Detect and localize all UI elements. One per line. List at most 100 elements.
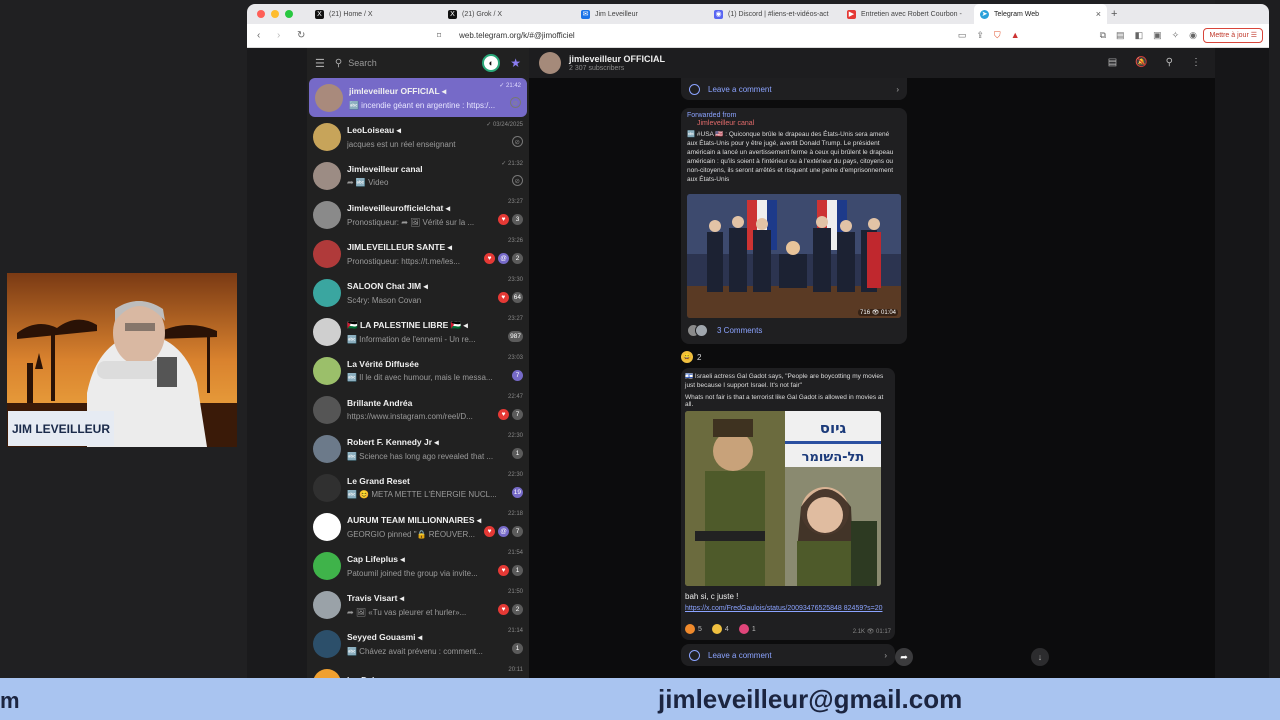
chat-time: 21:14 — [507, 628, 523, 634]
reaction-chip[interactable]: 😄 2 — [681, 350, 701, 364]
cast-icon[interactable]: ▭ — [958, 30, 967, 41]
maximize-window-button[interactable] — [285, 10, 293, 18]
url-field[interactable]: ⌑ web.telegram.org/k/#@jimofficiel — [437, 31, 575, 40]
chat-list-item[interactable]: AURUM TEAM MILLIONNAIRES ◂ GEORGIO pinned… — [307, 507, 529, 546]
forward-share-icon[interactable]: ➦ — [895, 648, 913, 666]
tab-label: Jim Leveilleur — [595, 10, 638, 18]
extensions-icon[interactable]: ⧉ — [1100, 30, 1106, 41]
reaction-badge: ♥ — [498, 409, 509, 420]
chat-list-item[interactable]: jimleveilleur OFFICIAL ◂ 🔤 incendie géant… — [309, 78, 527, 117]
unread-count-badge: 2 — [512, 253, 523, 264]
chat-text: Jimleveilleur canal ➦ 🔤 Video — [347, 164, 523, 187]
update-button[interactable]: Mettre à jour ☰ — [1203, 28, 1263, 43]
laugh-emoji-icon: 😄 — [681, 351, 693, 363]
chat-list-item[interactable]: LeoLoiseau ◂ jacques est un réel enseigna… — [307, 117, 529, 156]
search-input[interactable]: ⚲ Search — [335, 58, 472, 69]
sign-top-text: גיוס — [820, 419, 847, 437]
chat-list-item[interactable]: Travis Visart ◂ ➦ 🖼 «Tu vas pleurer et hu… — [307, 585, 529, 624]
chat-list-item[interactable]: Cap Lifeplus ◂ Patoumil joined the group … — [307, 546, 529, 585]
search-placeholder: Search — [348, 58, 377, 68]
rewards-icon[interactable]: ▲ — [1011, 30, 1020, 41]
browser-tab[interactable]: X (21) Grok / X — [442, 4, 575, 24]
close-window-button[interactable] — [257, 10, 265, 18]
chat-list-item[interactable]: Brillante Andréa https://www.instagram.co… — [307, 390, 529, 429]
search-icon[interactable]: ⚲ — [1166, 57, 1173, 68]
chat-name: Le Grand Reset — [347, 476, 410, 486]
mute-icon[interactable]: 🔕 — [1135, 57, 1147, 68]
more-options-icon[interactable]: ⋮ — [1191, 57, 1201, 68]
leo-icon[interactable]: ✧ — [1172, 30, 1180, 41]
browser-tab-active[interactable]: ➤ Telegram Web × — [974, 4, 1107, 24]
browser-tab[interactable]: ▶ Entretien avec Robert Courbon - — [841, 4, 974, 24]
chat-list-item[interactable]: Jimleveilleurofficielchat ◂ Pronostiqueur… — [307, 195, 529, 234]
reaction-count: 1 — [751, 625, 756, 633]
lower-third-bar — [0, 678, 1280, 720]
browser-tab[interactable]: ◉ (1) Discord | #liens-et-vidéos-act — [708, 4, 841, 24]
avatar — [313, 122, 341, 151]
chat-list-item[interactable]: La Vérité Diffusée 🔤 Il le dit avec humou… — [307, 351, 529, 390]
post-photo[interactable]: גיוס תל-השומר — [685, 411, 881, 586]
reload-icon[interactable]: ↻ — [297, 30, 307, 41]
url-text[interactable]: web.telegram.org/k/#@jimofficiel — [459, 31, 575, 40]
chat-time: 22:30 — [507, 472, 523, 478]
chat-text: 🇵🇸 LA PALESTINE LIBRE 🇵🇸 ◂ 🔤 Information … — [347, 320, 523, 344]
comments-button[interactable]: 3 Comments — [687, 324, 762, 337]
minimize-window-button[interactable] — [271, 10, 279, 18]
lower-third-email: jimleveilleur@gmail.com — [658, 684, 963, 714]
browser-tab[interactable]: ✉ Jim Leveilleur — [575, 4, 708, 24]
new-tab-button[interactable]: + — [1107, 8, 1121, 20]
chat-badges: ♥ 3 — [498, 214, 523, 225]
vpn-icon[interactable]: ◉ — [1189, 30, 1197, 41]
chat-name: Robert F. Kennedy Jr ◂ — [347, 436, 439, 447]
forward-icon[interactable]: › — [277, 30, 287, 41]
chat-list-item[interactable]: 🇵🇸 LA PALESTINE LIBRE 🇵🇸 ◂ 🔤 Information … — [307, 312, 529, 351]
reader-icon[interactable]: ▤ — [1116, 30, 1125, 41]
browser-tab[interactable]: X (21) Home / X — [309, 4, 442, 24]
reaction-count: 5 — [698, 625, 702, 633]
wallet-icon[interactable]: ▣ — [1153, 30, 1162, 41]
star-icon[interactable]: ★ — [510, 56, 521, 70]
story-circle-icon[interactable]: ◐ — [482, 54, 501, 72]
discussion-icon[interactable]: ▤ — [1108, 57, 1117, 68]
chat-badges: ♥ 64 — [497, 292, 523, 303]
bookmark-icon[interactable]: ⌑ — [437, 31, 441, 40]
tab-label: Entretien avec Robert Courbon - — [861, 10, 962, 18]
post-video[interactable]: 716 👁 01:04 — [687, 194, 901, 318]
chat-text: Cap Lifeplus ◂ Patoumil joined the group … — [347, 554, 523, 578]
chat-list-item[interactable]: IDIsa Del ◂20:111 — [307, 663, 529, 678]
leave-comment-button[interactable]: Leave a comment › — [681, 644, 895, 666]
share-icon[interactable]: ⇪ — [976, 30, 984, 41]
fire-reaction[interactable]: 5 — [685, 624, 702, 634]
chat-list-item[interactable]: Le Grand Reset 🔤 😊 META METTE L'ÉNERGIE N… — [307, 468, 529, 507]
close-tab-icon[interactable]: × — [1096, 9, 1101, 19]
leave-comment-button[interactable]: Leave a comment › — [681, 78, 907, 100]
search-icon: ⚲ — [334, 57, 343, 69]
laugh-reaction[interactable]: 4 — [711, 624, 729, 634]
heart-reaction[interactable]: 1 — [738, 624, 756, 634]
chat-list-item[interactable]: JIMLEVEILLEUR SANTE ◂ Pronostiqueur: http… — [307, 234, 529, 273]
mention-badge: @ — [498, 526, 509, 537]
sidebar-icon[interactable]: ◧ — [1135, 30, 1144, 41]
chat-time: 22:47 — [507, 394, 523, 400]
channel-header[interactable]: jimleveilleur OFFICIAL 2 307 subscribers… — [529, 48, 1215, 78]
chat-list-item[interactable]: Robert F. Kennedy Jr ◂ 🔤 Science has long… — [307, 429, 529, 468]
chat-list-item[interactable]: Jimleveilleur canal ➦ 🔤 Video ✓ 21:32 ⊘ — [307, 156, 529, 195]
chat-list-item[interactable]: SALOON Chat JIM ◂ Sc4ry: Mason Covan 23:30… — [307, 273, 529, 312]
message-feed: Leave a comment › Forwarded from Jimleve… — [529, 78, 1215, 678]
channel-avatar[interactable] — [539, 52, 561, 74]
tab-label: (1) Discord | #liens-et-vidéos-act — [728, 10, 829, 18]
chat-time: 23:03 — [507, 355, 523, 361]
hamburger-menu-icon[interactable]: ☰ — [315, 57, 325, 70]
chat-list: jimleveilleur OFFICIAL ◂ 🔤 incendie géant… — [307, 78, 529, 678]
chat-name: La Vérité Diffusée — [347, 359, 419, 369]
scroll-down-icon[interactable]: ↓ — [1031, 648, 1049, 666]
forwarded-source-link[interactable]: Jimleveilleur canal — [681, 119, 907, 127]
chat-preview: ➦ 🖼 «Tu vas pleurer et hurler»... — [347, 607, 467, 617]
comment-label: Leave a comment — [708, 84, 772, 94]
brave-shield-icon[interactable]: ⛉ — [994, 30, 1001, 41]
chat-list-item[interactable]: Seyyed Gouasmi ◂ 🔤 Chávez avait prévenu :… — [307, 624, 529, 663]
photo-image: גיוס תל-השומר — [685, 411, 881, 586]
post-link[interactable]: https://x.com/FredGaulois/status/2009347… — [685, 604, 889, 613]
back-icon[interactable]: ‹ — [257, 30, 267, 41]
channel-view: jimleveilleur OFFICIAL 2 307 subscribers… — [529, 48, 1215, 678]
